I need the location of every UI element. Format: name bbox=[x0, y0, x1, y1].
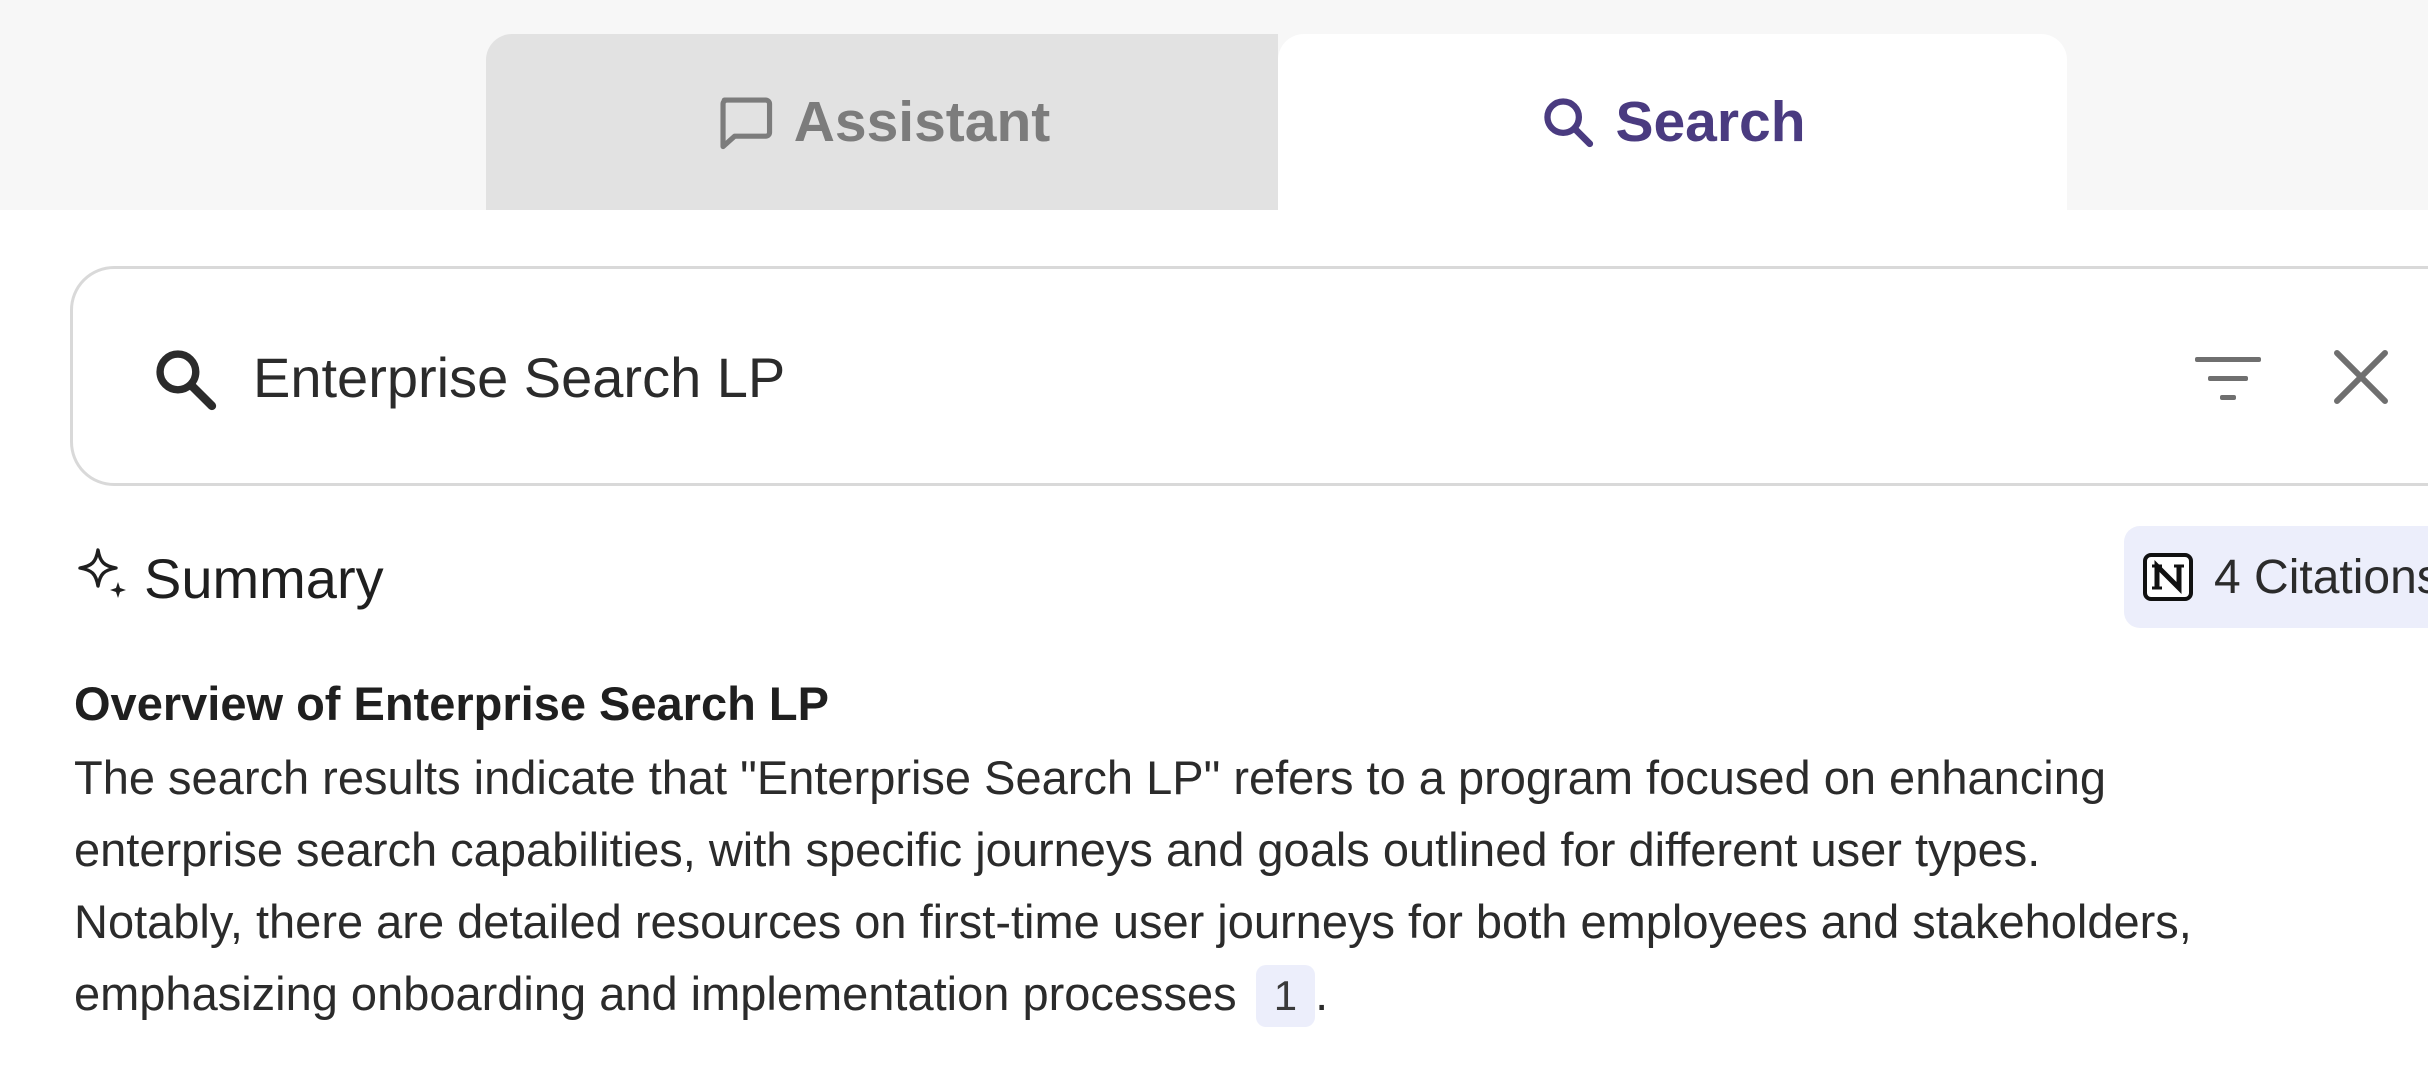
tab-assistant-label: Assistant bbox=[793, 90, 1051, 154]
summary-header: Summary bbox=[74, 544, 384, 613]
tab-assistant[interactable]: Assistant bbox=[486, 34, 1278, 210]
filter-icon[interactable] bbox=[2193, 349, 2263, 414]
summary-trailing: . bbox=[1315, 967, 1329, 1020]
sparkle-icon bbox=[74, 544, 130, 613]
chat-bubble-icon bbox=[714, 91, 776, 153]
summary-line-text: emphasizing onboarding and implementatio… bbox=[74, 967, 1237, 1020]
overview-heading: Overview of Enterprise Search LP bbox=[74, 677, 829, 730]
summary-title: Summary bbox=[144, 547, 384, 610]
tab-search[interactable]: Search bbox=[1278, 34, 2067, 210]
close-icon[interactable] bbox=[2331, 347, 2391, 412]
search-icon bbox=[151, 345, 219, 418]
search-input[interactable] bbox=[253, 329, 2153, 425]
summary-line: The search results indicate that "Enterp… bbox=[74, 751, 2106, 804]
summary-line: enterprise search capabilities, with spe… bbox=[74, 823, 2041, 876]
search-bar bbox=[70, 266, 2428, 486]
citations-count: 4 Citations bbox=[2214, 550, 2428, 604]
summary-line: Notably, there are detailed resources on… bbox=[74, 895, 2192, 948]
tab-search-label: Search bbox=[1615, 90, 1806, 154]
citation-marker[interactable]: 1 bbox=[1255, 965, 1316, 1027]
search-page: Assistant Search Enterprise Search LP Su… bbox=[0, 0, 2428, 1076]
summary-line-last: emphasizing onboarding and implementatio… bbox=[74, 958, 2428, 1030]
summary-text: The search results indicate that "Enterp… bbox=[74, 742, 2428, 1030]
citations-badge[interactable]: 4 Citations bbox=[2124, 526, 2428, 628]
search-icon bbox=[1539, 93, 1597, 151]
notion-logo-icon bbox=[2142, 550, 2196, 604]
